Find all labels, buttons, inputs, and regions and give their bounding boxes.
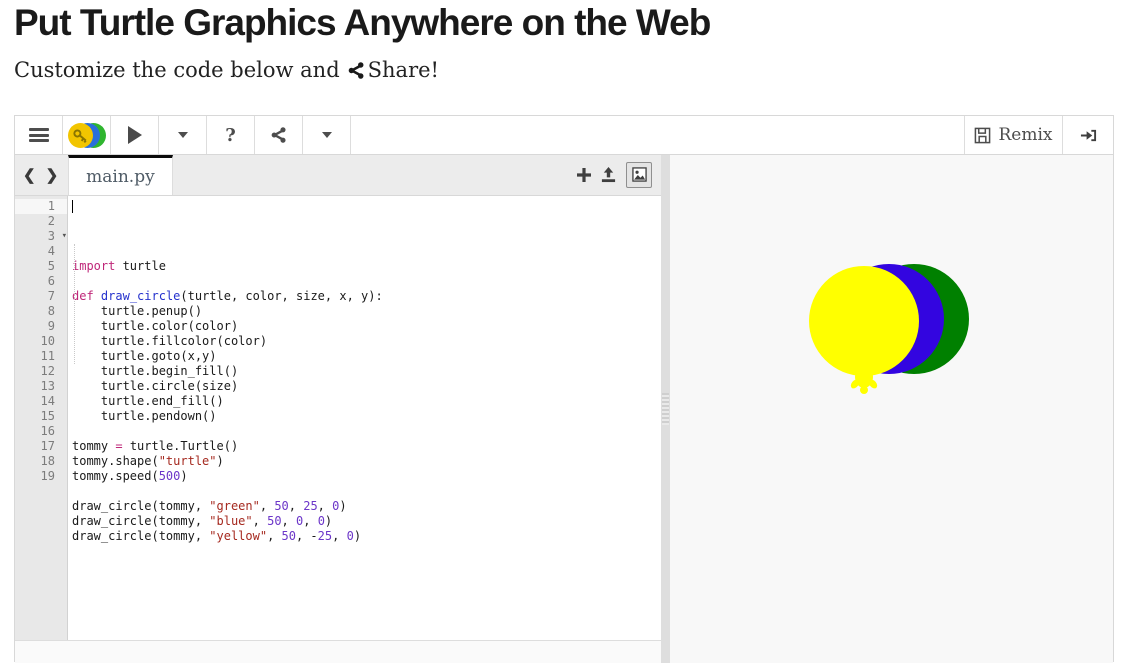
line-number: 12	[15, 364, 67, 379]
scroll-right-icon[interactable]: ❯	[46, 166, 59, 184]
run-button[interactable]	[111, 116, 159, 154]
tab-label: main.py	[86, 167, 155, 187]
line-number: 6	[15, 274, 67, 289]
line-number: 10	[15, 334, 67, 349]
remix-label: Remix	[998, 125, 1052, 145]
help-button[interactable]: ?	[207, 116, 255, 154]
code-line[interactable]: turtle.penup()	[72, 304, 661, 319]
line-number: 18	[15, 454, 67, 469]
sign-in-button[interactable]	[1062, 116, 1113, 154]
play-icon	[128, 126, 142, 144]
code-line[interactable]: turtle.color(color)	[72, 319, 661, 334]
trinket-logo-button[interactable]	[63, 116, 111, 154]
line-number: 14	[15, 394, 67, 409]
subtitle: Customize the code below and Share!	[14, 58, 1132, 82]
code-line[interactable]	[72, 424, 661, 439]
code-area[interactable]: import turtle def draw_circle(turtle, co…	[68, 196, 661, 640]
toolbar: ? Remix	[15, 116, 1113, 155]
line-number: 13	[15, 379, 67, 394]
share-button[interactable]	[255, 116, 303, 154]
upload-icon[interactable]	[600, 167, 617, 183]
chevron-down-icon	[322, 132, 332, 138]
share-icon	[271, 127, 287, 143]
code-line[interactable]: tommy.speed(500)	[72, 469, 661, 484]
image-library-button[interactable]	[626, 162, 652, 188]
line-number: 1	[15, 199, 67, 214]
code-line[interactable]: import turtle	[72, 259, 661, 274]
subtitle-text: Customize the code below and	[14, 58, 340, 82]
line-number: 9	[15, 319, 67, 334]
code-editor[interactable]: 123▾45678910111213141516171819 import tu…	[15, 196, 661, 640]
key-icon	[71, 126, 90, 145]
code-line[interactable]: def draw_circle(turtle, color, size, x, …	[72, 289, 661, 304]
share-label: Share!	[368, 58, 439, 82]
image-icon	[632, 167, 647, 182]
code-line[interactable]: draw_circle(tommy, "green", 50, 25, 0)	[72, 499, 661, 514]
menu-button[interactable]	[15, 116, 63, 154]
editor-pane: ❮ ❯ main.py 123▾456789101112131415161718…	[15, 155, 661, 663]
code-line[interactable]	[72, 484, 661, 499]
line-number: 11	[15, 349, 67, 364]
gutter: 123▾45678910111213141516171819	[15, 196, 68, 640]
code-line[interactable]: tommy.shape("turtle")	[72, 454, 661, 469]
add-file-icon[interactable]	[577, 168, 591, 182]
code-line[interactable]	[72, 274, 661, 289]
editor-footer	[15, 640, 661, 663]
line-number: 5	[15, 259, 67, 274]
line-number: 8	[15, 304, 67, 319]
line-number: 17	[15, 439, 67, 454]
code-line[interactable]: turtle.begin_fill()	[72, 364, 661, 379]
code-line[interactable]: turtle.goto(x,y)	[72, 349, 661, 364]
chevron-down-icon	[178, 132, 188, 138]
hamburger-icon	[29, 128, 49, 142]
save-icon	[974, 127, 991, 144]
question-icon: ?	[225, 125, 236, 146]
share-icon	[348, 62, 365, 79]
share-options-button[interactable]	[303, 116, 351, 154]
line-number: 15	[15, 409, 67, 424]
turtle-canvas	[670, 155, 1113, 662]
splitter-grip-icon	[662, 393, 669, 425]
line-number: 4	[15, 244, 67, 259]
yellow-circle	[809, 266, 919, 376]
indent-guide	[74, 244, 75, 364]
tab-main-py[interactable]: main.py	[68, 155, 173, 195]
trinket-logo-icon	[68, 123, 106, 148]
line-number: 16	[15, 424, 67, 439]
page-title: Put Turtle Graphics Anywhere on the Web	[14, 2, 1132, 45]
remix-button[interactable]: Remix	[964, 116, 1062, 154]
line-number: 3▾	[15, 229, 67, 244]
text-cursor	[72, 200, 73, 213]
trinket-embed: ? Remix ❮ ❯ main.py	[14, 115, 1114, 662]
fold-arrow-icon[interactable]: ▾	[62, 229, 67, 244]
code-line[interactable]: draw_circle(tommy, "yellow", 50, -25, 0)	[72, 529, 661, 544]
tab-scroll: ❮ ❯	[15, 166, 68, 184]
pane-splitter[interactable]	[661, 155, 670, 663]
tab-actions	[577, 162, 661, 188]
code-line[interactable]: draw_circle(tommy, "blue", 50, 0, 0)	[72, 514, 661, 529]
run-options-button[interactable]	[159, 116, 207, 154]
tab-bar: ❮ ❯ main.py	[15, 155, 661, 196]
code-line[interactable]: turtle.circle(size)	[72, 379, 661, 394]
sign-in-icon	[1079, 127, 1098, 144]
code-line[interactable]: tommy = turtle.Turtle()	[72, 439, 661, 454]
output-pane	[670, 155, 1113, 663]
turtle-sprite	[849, 364, 879, 394]
panes: ❮ ❯ main.py 123▾456789101112131415161718…	[15, 155, 1113, 663]
code-line[interactable]: turtle.fillcolor(color)	[72, 334, 661, 349]
scroll-left-icon[interactable]: ❮	[23, 166, 36, 184]
code-line[interactable]: turtle.end_fill()	[72, 394, 661, 409]
line-number: 19	[15, 469, 67, 484]
line-number: 2	[15, 214, 67, 229]
line-number: 7	[15, 289, 67, 304]
code-line[interactable]: turtle.pendown()	[72, 409, 661, 424]
